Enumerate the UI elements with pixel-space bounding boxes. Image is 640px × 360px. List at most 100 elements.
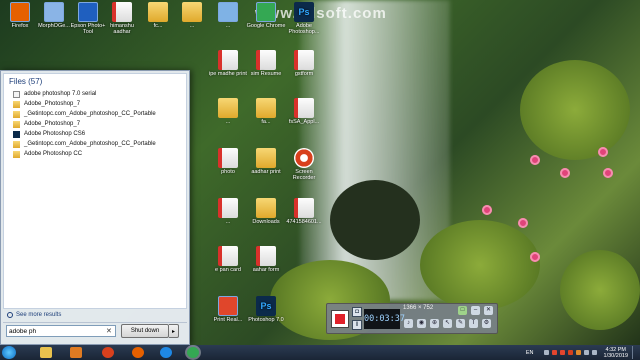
desktop-icon-label: fc... <box>153 23 163 29</box>
volume-icon[interactable] <box>591 350 597 355</box>
start-button[interactable] <box>2 346 16 359</box>
clear-search-icon[interactable]: ✕ <box>106 327 112 335</box>
pdf-file-icon <box>218 148 238 168</box>
desktop-icon-fsa[interactable]: fsSA_Appl... <box>284 96 324 140</box>
tray-app-icon[interactable] <box>559 350 565 355</box>
volume-icon[interactable]: ♪ <box>404 319 413 328</box>
desktop-icon-sim[interactable]: sim Resume <box>246 48 286 92</box>
show-desktop-button[interactable] <box>632 346 637 359</box>
shutdown-button[interactable]: Shut down <box>121 324 169 338</box>
folder-icon <box>13 100 20 108</box>
desktop-icon-label: Screen Recorder <box>292 169 316 181</box>
pdf-file-icon <box>218 198 238 218</box>
folder-icon <box>256 98 276 118</box>
search-result-item[interactable]: Adobe_Photoshop_7 <box>4 119 186 129</box>
close-icon[interactable]: ✕ <box>484 306 493 315</box>
system-tray: EN 4:32 PM 1/30/2019 <box>526 346 637 359</box>
pen-icon[interactable]: ✎ <box>456 319 465 328</box>
folder-icon <box>256 148 276 168</box>
text-tool-icon[interactable]: T <box>469 319 478 328</box>
desktop-icon-label: photo <box>221 169 235 175</box>
gear-icon[interactable]: ⚙ <box>482 319 491 328</box>
desktop-icon-ihdf[interactable]: ... <box>208 96 248 140</box>
search-result-item[interactable]: Adobe Photoshop CS6 <box>4 129 186 139</box>
tray-app-icon[interactable] <box>543 350 549 355</box>
search-result-label: Adobe Photoshop CC <box>24 151 83 157</box>
desktop-icon-photoshop1[interactable]: Ps Adobe Photoshop... <box>284 0 324 44</box>
media-player-icon[interactable] <box>70 347 82 358</box>
desktop-icon-ipe[interactable]: ipe madhe print <box>208 48 248 92</box>
minimize-icon[interactable]: – <box>471 306 480 315</box>
desktop-icon-google[interactable]: Google Chrome <box>246 0 286 44</box>
file-explorer-icon[interactable] <box>40 347 52 358</box>
desktop-icon-downloads[interactable]: Downloads <box>246 196 286 240</box>
screen-recorder-taskbar-icon[interactable] <box>102 347 114 358</box>
folder-icon <box>13 140 20 148</box>
taskbar: EN 4:32 PM 1/30/2019 <box>0 345 640 360</box>
desktop-icon-e1[interactable]: ... <box>208 0 248 44</box>
search-result-item[interactable]: Adobe_Photoshop_7 <box>4 99 186 109</box>
zoom-icon[interactable]: ⊕ <box>430 319 439 328</box>
app-icon <box>44 2 64 22</box>
capture-size-readout: 1366 × 752 <box>403 305 434 311</box>
desktop-icon-label: Downloads <box>252 219 280 225</box>
desktop-icon-photo[interactable]: photo <box>208 146 248 190</box>
record-timer: 00:03:37 <box>364 309 405 329</box>
desktop-icon-label: e pan card <box>215 267 241 273</box>
desktop-icon-num[interactable]: 4741584601... <box>284 196 324 240</box>
cursor-icon[interactable]: ↖ <box>443 319 452 328</box>
search-result-item[interactable]: _Getintopc.com_Adobe_photoshop_CC_Portab… <box>4 139 186 149</box>
desktop-icon-aadhar_print[interactable]: aadhar print <box>246 146 286 190</box>
desktop-icon-aahar[interactable]: aahar form <box>246 244 286 288</box>
tray-app-icon[interactable] <box>567 350 573 355</box>
folder-icon <box>182 2 202 22</box>
desktop-icon-screen_rec[interactable]: Screen Recorder <box>284 146 324 190</box>
desktop-icon-print_real[interactable]: Print Real... <box>208 294 248 338</box>
app-icon <box>218 296 238 316</box>
folder-icon <box>256 198 276 218</box>
shutdown-options-button[interactable]: ▸ <box>169 324 179 338</box>
folder-icon <box>148 2 168 22</box>
desktop-icon-rd[interactable]: ... <box>208 196 248 240</box>
folder-icon <box>13 120 20 128</box>
folder-icon <box>13 110 20 118</box>
folder-icon <box>13 150 20 158</box>
desktop-icon-photoshop2[interactable]: Ps Photoshop 7.0 <box>246 294 286 338</box>
language-indicator[interactable]: EN <box>526 350 534 356</box>
see-more-label: See more results <box>16 312 62 318</box>
pause-icon[interactable]: ‖ <box>352 320 362 330</box>
desktop-icon-gstform[interactable]: gstform <box>284 48 324 92</box>
chrome-icon[interactable] <box>187 347 199 358</box>
desktop-icon-label: 4741584601... <box>286 219 322 225</box>
window-icon[interactable]: □ <box>458 306 467 315</box>
desktop-icon-fa[interactable]: fa... <box>246 96 286 140</box>
pdf-file-icon <box>218 50 238 70</box>
tray-app-icon[interactable] <box>575 350 581 355</box>
stop-record-button[interactable] <box>331 310 349 328</box>
search-result-item[interactable]: Adobe Photoshop CC <box>4 149 186 159</box>
desktop-icon-label: ... <box>225 119 231 125</box>
app-icon <box>256 2 276 22</box>
desktop-icon-fc2[interactable]: ... <box>172 0 212 44</box>
desktop-icon-himanshu[interactable]: himanshu aadhar <box>102 0 142 44</box>
clock[interactable]: 4:32 PM 1/30/2019 <box>604 347 628 359</box>
search-icon <box>7 312 13 318</box>
network-icon[interactable] <box>583 350 589 355</box>
tray-app-icon[interactable] <box>551 350 557 355</box>
clock-date: 1/30/2019 <box>603 352 628 359</box>
start-search-input[interactable] <box>6 325 116 337</box>
internet-explorer-icon[interactable] <box>160 347 172 358</box>
pdf-file-icon <box>256 246 276 266</box>
search-result-label: Adobe_Photoshop_7 <box>24 121 81 127</box>
desktop-icon-label: aadhar print <box>251 169 281 175</box>
search-result-item[interactable]: adobe photoshop 7.0 serial <box>4 89 186 99</box>
desktop-icon-label: Print Real... <box>213 317 243 323</box>
firefox-icon[interactable] <box>132 347 144 358</box>
clock-time: 4:32 PM <box>605 346 626 353</box>
webcam-icon[interactable]: ◉ <box>417 319 426 328</box>
desktop-icon-label: sim Resume <box>250 71 282 77</box>
see-more-results-link[interactable]: See more results <box>3 309 187 321</box>
search-result-item[interactable]: _Getintopc.com_Adobe_photoshop_CC_Portab… <box>4 109 186 119</box>
camera-icon[interactable]: ◘ <box>352 307 362 317</box>
desktop-icon-epan[interactable]: e pan card <box>208 244 248 288</box>
